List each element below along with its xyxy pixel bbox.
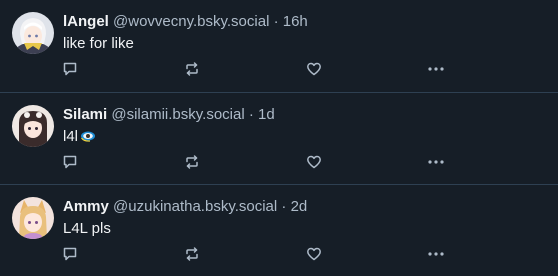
post-text: L4L pls bbox=[63, 220, 111, 237]
separator-dot: · bbox=[273, 13, 279, 30]
display-name[interactable]: Silami bbox=[63, 106, 107, 123]
more-options-button[interactable] bbox=[425, 58, 447, 80]
like-button[interactable] bbox=[303, 151, 325, 173]
post-feed: lAngel @wovvecny.bsky.social · 16h like … bbox=[0, 0, 558, 276]
post-item[interactable]: lAngel @wovvecny.bsky.social · 16h like … bbox=[0, 0, 558, 92]
repost-button[interactable] bbox=[181, 58, 203, 80]
repost-arrows-icon bbox=[186, 247, 198, 261]
post-header: Silami @silamii.bsky.social · 1d bbox=[63, 105, 275, 125]
user-handle[interactable]: @silamii.bsky.social bbox=[111, 106, 244, 123]
ellipsis-icon bbox=[428, 252, 444, 256]
repost-arrows-icon bbox=[186, 155, 198, 169]
speech-bubble-icon bbox=[63, 247, 77, 261]
heart-icon bbox=[307, 62, 321, 76]
reply-button[interactable] bbox=[59, 151, 81, 173]
post-actions bbox=[0, 151, 558, 173]
more-options-button[interactable] bbox=[425, 151, 447, 173]
avatar[interactable] bbox=[12, 12, 54, 54]
display-name[interactable]: Ammy bbox=[63, 198, 109, 215]
post-time[interactable]: 16h bbox=[283, 13, 308, 30]
speech-bubble-icon bbox=[63, 62, 77, 76]
post-header: lAngel @wovvecny.bsky.social · 16h bbox=[63, 12, 308, 32]
post-text-content: l4l bbox=[63, 128, 79, 145]
like-button[interactable] bbox=[303, 58, 325, 80]
ellipsis-icon bbox=[428, 67, 444, 71]
user-handle[interactable]: @wovvecny.bsky.social bbox=[113, 13, 269, 30]
separator-dot: · bbox=[248, 106, 254, 123]
user-handle[interactable]: @uzukinatha.bsky.social bbox=[113, 198, 277, 215]
post-header: Ammy @uzukinatha.bsky.social · 2d bbox=[63, 197, 307, 217]
heart-icon bbox=[307, 247, 321, 261]
display-name[interactable]: lAngel bbox=[63, 13, 109, 30]
repost-button[interactable] bbox=[181, 243, 203, 265]
reply-button[interactable] bbox=[59, 58, 81, 80]
separator-dot: · bbox=[281, 198, 287, 215]
like-button[interactable] bbox=[303, 243, 325, 265]
post-actions bbox=[0, 58, 558, 80]
post-text: l4l bbox=[63, 127, 96, 149]
more-options-button[interactable] bbox=[425, 243, 447, 265]
speech-bubble-icon bbox=[63, 155, 77, 169]
avatar[interactable] bbox=[12, 197, 54, 239]
reply-button[interactable] bbox=[59, 243, 81, 265]
post-actions bbox=[0, 243, 558, 265]
post-text: like for like bbox=[63, 35, 134, 52]
avatar[interactable] bbox=[12, 105, 54, 147]
eye-in-blue-swirl-emoji bbox=[80, 129, 96, 149]
post-item[interactable]: Ammy @uzukinatha.bsky.social · 2d L4L pl… bbox=[0, 184, 558, 276]
repost-arrows-icon bbox=[186, 62, 198, 76]
repost-button[interactable] bbox=[181, 151, 203, 173]
post-time[interactable]: 1d bbox=[258, 106, 275, 123]
ellipsis-icon bbox=[428, 160, 444, 164]
post-item[interactable]: Silami @silamii.bsky.social · 1d l4l bbox=[0, 92, 558, 184]
post-time[interactable]: 2d bbox=[291, 198, 308, 215]
heart-icon bbox=[307, 155, 321, 169]
